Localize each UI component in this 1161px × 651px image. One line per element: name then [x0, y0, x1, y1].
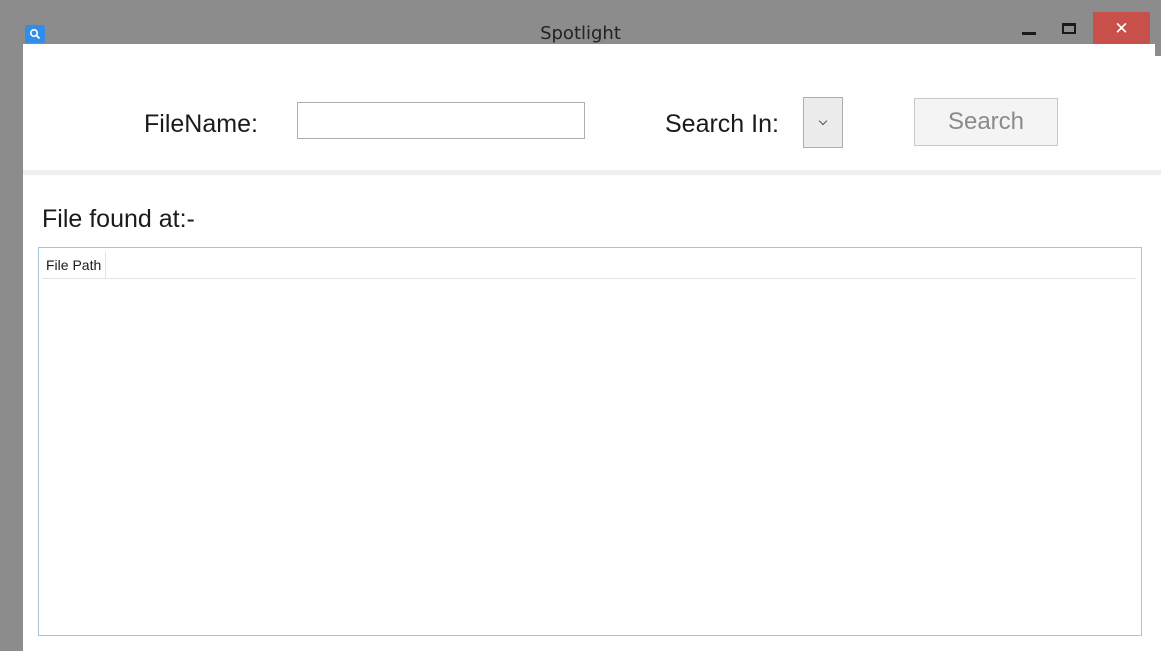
results-heading: File found at:- — [42, 205, 195, 233]
minimize-icon — [1022, 32, 1036, 35]
filename-input[interactable] — [297, 102, 585, 139]
results-grid[interactable]: File Path — [38, 247, 1142, 636]
search-in-label: Search In: — [665, 110, 779, 138]
search-in-dropdown[interactable] — [803, 97, 843, 148]
toolbar-divider — [23, 170, 1161, 175]
filename-label: FileName: — [144, 110, 258, 138]
client-area: FileName: Search In: Search File found a… — [23, 56, 1161, 651]
close-button[interactable]: ✕ — [1093, 12, 1150, 45]
title-bar[interactable]: Spotlight ✕ — [0, 0, 1161, 45]
app-window: Spotlight ✕ FileName: Search In: Search … — [0, 0, 1161, 651]
grid-header-row: File Path — [42, 252, 1136, 279]
search-toolbar: FileName: Search In: Search — [23, 56, 1161, 170]
close-icon: ✕ — [1114, 18, 1129, 39]
window-title: Spotlight — [540, 23, 621, 44]
search-button[interactable]: Search — [914, 98, 1058, 146]
maximize-button[interactable] — [1054, 12, 1084, 45]
client-top-margin — [23, 44, 1155, 56]
minimize-button[interactable] — [1014, 12, 1044, 45]
window-border-left — [0, 44, 23, 651]
chevron-down-icon — [818, 116, 828, 126]
column-header-file-path[interactable]: File Path — [42, 252, 107, 278]
maximize-icon — [1062, 23, 1076, 34]
